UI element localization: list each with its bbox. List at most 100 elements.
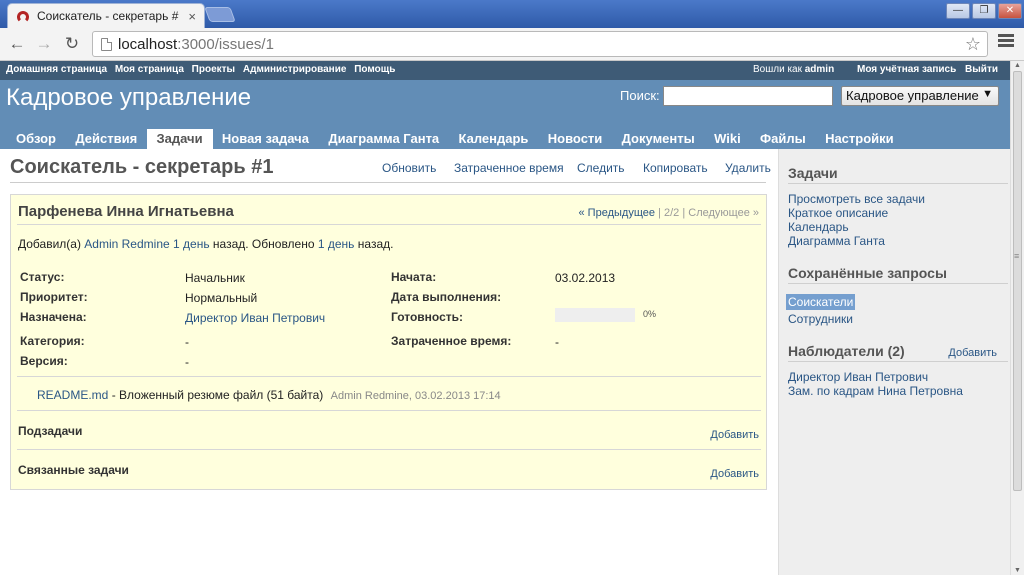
tab-close-icon[interactable]: × <box>188 9 196 24</box>
back-arrow-icon[interactable]: ← <box>6 34 28 54</box>
issue-position: 2/2 <box>663 207 680 219</box>
tab-files[interactable]: Файлы <box>750 129 816 150</box>
sidebar-summary[interactable]: Краткое описание <box>788 206 888 220</box>
add-relation-link[interactable]: Добавить <box>710 468 759 480</box>
tab-activity[interactable]: Действия <box>65 129 147 150</box>
sidebar-divider <box>788 183 1008 184</box>
redmine-favicon-icon <box>16 9 30 23</box>
top-menu-projects[interactable]: Проекты <box>192 64 235 75</box>
window-minimize-button[interactable]: — <box>946 3 970 19</box>
search-input[interactable] <box>663 86 833 106</box>
scroll-up-arrow-icon[interactable]: ▲ <box>1014 62 1021 69</box>
version-label: Версия: <box>20 354 68 368</box>
sidebar-divider <box>788 283 1008 284</box>
attachment-link[interactable]: README.md <box>37 388 108 402</box>
sidebar-query-candidates[interactable]: Соискатели <box>786 294 856 310</box>
attachment-row: README.md - Вложенный резюме файл (51 ба… <box>37 388 501 402</box>
next-issue-text: Следующее » <box>688 207 759 219</box>
category-value: - <box>185 335 189 349</box>
priority-value: Нормальный <box>185 291 258 305</box>
tab-issues[interactable]: Задачи <box>146 129 213 150</box>
scrollbar-thumb[interactable] <box>1013 71 1022 491</box>
copy-link[interactable]: Копировать <box>643 161 708 175</box>
attachment-divider <box>17 410 761 411</box>
author-link[interactable]: Admin Redmine <box>84 237 169 251</box>
status-value: Начальник <box>185 271 245 285</box>
tab-overview[interactable]: Обзор <box>6 129 66 150</box>
tab-wiki[interactable]: Wiki <box>704 129 751 150</box>
bookmark-star-icon[interactable]: ☆ <box>965 34 981 55</box>
scroll-down-arrow-icon[interactable]: ▼ <box>1014 567 1021 574</box>
attachment-meta: Admin Redmine, 03.02.2013 17:14 <box>330 390 501 402</box>
done-ratio-label: Готовность: <box>391 310 464 324</box>
logged-user[interactable]: admin <box>805 64 834 75</box>
watcher-link[interactable]: Директор Иван Петрович <box>788 370 928 384</box>
author-line: Добавил(а) Admin Redmine 1 день назад. О… <box>18 237 394 251</box>
tab-documents[interactable]: Документы <box>612 129 705 150</box>
window-maximize-button[interactable]: ❐ <box>972 3 996 19</box>
sidebar-queries-title: Сохранённые запросы <box>788 265 947 281</box>
forward-arrow-icon[interactable]: → <box>33 34 55 54</box>
project-header: Кадровое управление Поиск: Кадровое упра… <box>0 80 1010 129</box>
watcher-link[interactable]: Зам. по кадрам Нина Петровна <box>788 384 963 398</box>
url-path: :3000/issues/1 <box>177 35 274 53</box>
dropdown-arrow-icon: ▼ <box>982 88 993 100</box>
category-label: Категория: <box>20 334 85 348</box>
issue-details: Парфенева Инна Игнатьевна « Предыдущее |… <box>10 194 767 490</box>
updated-ago-link[interactable]: 1 день <box>318 237 355 251</box>
sidebar: Задачи Просмотреть все задачи Краткое оп… <box>778 149 1010 575</box>
browser-menu-icon[interactable] <box>998 34 1014 50</box>
page-icon <box>101 37 112 51</box>
added-ago-link[interactable]: 1 день <box>173 237 210 251</box>
browser-tab[interactable]: Соискатель - секретарь # × <box>7 3 205 28</box>
new-tab-button[interactable] <box>204 7 236 22</box>
main-menu: Обзор Действия Задачи Новая задача Диагр… <box>0 129 1010 150</box>
logout-link[interactable]: Выйти <box>965 64 998 75</box>
priority-label: Приоритет: <box>20 290 88 304</box>
search-label: Поиск: <box>620 88 660 103</box>
top-menu-help[interactable]: Помощь <box>354 64 395 75</box>
address-bar[interactable]: localhost:3000/issues/1 ☆ <box>92 31 988 57</box>
tab-news[interactable]: Новости <box>538 129 613 150</box>
top-menu-my-page[interactable]: Моя страница <box>115 64 184 75</box>
spent-time-value: - <box>555 335 559 349</box>
subtasks-title: Подзадачи <box>18 424 83 438</box>
my-account-link[interactable]: Моя учётная запись <box>857 64 956 75</box>
spent-time-link[interactable]: Затраченное время <box>454 161 564 175</box>
subtasks-divider <box>17 449 761 450</box>
spent-time-label: Затраченное время: <box>391 334 512 348</box>
tab-calendar[interactable]: Календарь <box>449 129 539 150</box>
previous-issue-link[interactable]: « Предыдущее <box>579 207 655 219</box>
top-menu-home[interactable]: Домашняя страница <box>6 64 107 75</box>
sidebar-watchers-title: Наблюдатели (2) <box>788 343 905 359</box>
assignee-link[interactable]: Директор Иван Петрович <box>185 311 325 325</box>
add-subtask-link[interactable]: Добавить <box>710 429 759 441</box>
sidebar-gantt[interactable]: Диаграмма Ганта <box>788 234 885 248</box>
issue-subject: Парфенева Инна Игнатьевна <box>18 203 234 220</box>
update-link[interactable]: Обновить <box>382 161 436 175</box>
tab-gantt[interactable]: Диаграмма Ганта <box>318 129 449 150</box>
window-close-button[interactable]: ✕ <box>998 3 1022 19</box>
due-date-label: Дата выполнения: <box>391 290 502 304</box>
page-scrollbar[interactable]: ▲ ≡ ▼ <box>1010 61 1024 575</box>
project-jump-select[interactable]: Кадровое управление ▼ <box>841 86 999 106</box>
tab-new-issue[interactable]: Новая задача <box>212 129 319 150</box>
sidebar-divider <box>788 361 1008 362</box>
watch-link[interactable]: Следить <box>577 161 625 175</box>
tab-settings[interactable]: Настройки <box>815 129 904 150</box>
main-content: Соискатель - секретарь #1 Обновить Затра… <box>0 149 778 575</box>
start-date-label: Начата: <box>391 270 437 284</box>
sidebar-query-employees[interactable]: Сотрудники <box>788 312 853 326</box>
delete-link[interactable]: Удалить <box>725 161 771 175</box>
browser-toolbar: ← → ↻ localhost:3000/issues/1 ☆ <box>0 28 1024 61</box>
heading-divider <box>10 182 766 183</box>
sidebar-view-all-issues[interactable]: Просмотреть все задачи <box>788 192 925 206</box>
issue-heading: Соискатель - секретарь #1 <box>10 156 274 178</box>
add-watcher-link[interactable]: Добавить <box>948 347 997 359</box>
top-menu-administration[interactable]: Администрирование <box>243 64 347 75</box>
reload-icon[interactable]: ↻ <box>61 34 83 54</box>
scroll-grip-icon: ≡ <box>1014 251 1020 261</box>
attachment-description: - Вложенный резюме файл (51 байта) <box>111 388 324 402</box>
sidebar-calendar[interactable]: Календарь <box>788 220 849 234</box>
browser-tab-strip: Соискатель - секретарь # × — ❐ ✕ <box>0 0 1024 28</box>
